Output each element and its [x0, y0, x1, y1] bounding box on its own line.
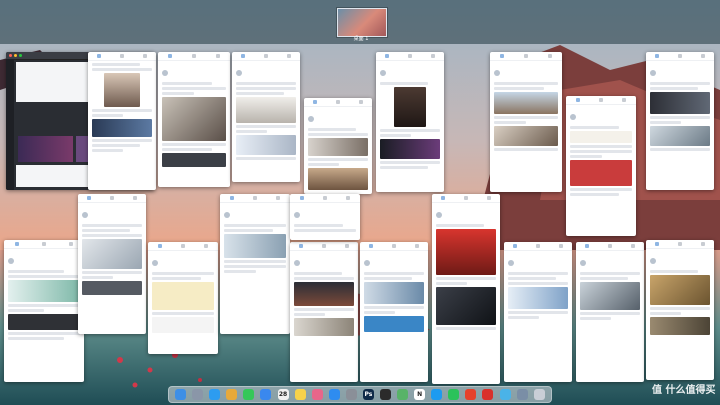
weibo-window-10[interactable] [4, 240, 84, 382]
post-image [650, 92, 710, 114]
photos-icon[interactable] [311, 389, 323, 400]
calendar-icon[interactable]: 28 [277, 389, 289, 400]
post-image [650, 275, 710, 305]
weibo-window-19[interactable] [646, 240, 714, 380]
weibo-window-17[interactable] [504, 242, 572, 382]
post-image [162, 97, 226, 141]
weibo-window-13[interactable] [220, 194, 290, 334]
weibo-window-18[interactable] [576, 242, 644, 382]
post-image [650, 317, 710, 335]
post-image [650, 126, 710, 146]
weibo-window-7[interactable] [490, 52, 562, 192]
weibo-window-16[interactable] [432, 194, 500, 384]
mission-control-spaces-bar: 桌面 1 [0, 0, 720, 44]
post-image [308, 168, 368, 190]
post-image [152, 282, 214, 310]
post-image [436, 287, 496, 325]
dock: 28 Ps N [168, 386, 552, 403]
sidebar [6, 59, 14, 190]
notes-icon[interactable] [294, 389, 306, 400]
chrome-icon[interactable] [226, 389, 238, 400]
post-image [380, 139, 440, 159]
post-image [236, 97, 296, 123]
post-image [152, 317, 214, 333]
mail-icon[interactable] [260, 389, 272, 400]
dock-app-glyph: Ps [364, 391, 373, 398]
dock-app-glyph: N [417, 391, 423, 398]
messages-icon[interactable] [243, 389, 255, 400]
weibo-window-12[interactable] [148, 242, 218, 354]
launchpad-icon[interactable] [192, 389, 204, 400]
finder-icon[interactable] [175, 389, 187, 400]
photoshop-icon[interactable]: Ps [362, 389, 374, 400]
weibo-window-14[interactable] [290, 242, 358, 382]
post-image [92, 119, 152, 137]
weibo-window-5[interactable] [304, 98, 372, 194]
post-image [82, 239, 142, 269]
post-image [308, 138, 368, 156]
post-image [8, 280, 80, 302]
weibo-window-2[interactable] [88, 52, 156, 190]
post-image [494, 92, 558, 114]
post-image [224, 234, 286, 258]
weibo-window-3[interactable] [158, 52, 230, 187]
post-image [508, 287, 568, 309]
post-image [294, 282, 354, 306]
post-image [580, 282, 640, 310]
post-image [236, 135, 296, 155]
weibo-icon[interactable] [465, 389, 477, 400]
watermark: 值 什么值得买 [652, 385, 716, 396]
post-image [18, 136, 73, 162]
post-image [8, 314, 80, 330]
weibo-window-15[interactable] [360, 242, 428, 382]
netease-music-icon[interactable] [482, 389, 494, 400]
desktop-space-label: 桌面 1 [353, 36, 369, 42]
bilibili-icon[interactable] [499, 389, 511, 400]
app-store-icon[interactable] [328, 389, 340, 400]
safari-icon[interactable] [209, 389, 221, 400]
qq-icon[interactable] [431, 389, 443, 400]
post-image [294, 318, 354, 336]
post-image [104, 73, 140, 107]
post-image [436, 229, 496, 275]
terminal-icon[interactable] [379, 389, 391, 400]
dock-app-glyph: 28 [278, 391, 288, 398]
maps-icon[interactable] [397, 389, 409, 400]
weibo-window-20[interactable] [290, 194, 360, 240]
desktop-space-thumbnail[interactable] [337, 8, 387, 37]
downloads-icon[interactable] [516, 389, 528, 400]
weibo-window-9[interactable] [646, 52, 714, 190]
weibo-window-11[interactable] [78, 194, 146, 334]
post-image [364, 282, 424, 304]
post-image [494, 126, 558, 146]
post-image [570, 131, 632, 143]
weibo-window-8[interactable] [566, 96, 636, 236]
post-image [162, 153, 226, 167]
weibo-window-4[interactable] [232, 52, 300, 182]
notion-icon[interactable]: N [414, 389, 426, 400]
post-image [570, 160, 632, 186]
weibo-window-6[interactable] [376, 52, 444, 192]
post-image [82, 281, 142, 295]
wechat-icon[interactable] [448, 389, 460, 400]
post-image [394, 87, 426, 127]
settings-icon[interactable] [345, 389, 357, 400]
trash-icon[interactable] [533, 389, 545, 400]
post-image [364, 316, 424, 332]
